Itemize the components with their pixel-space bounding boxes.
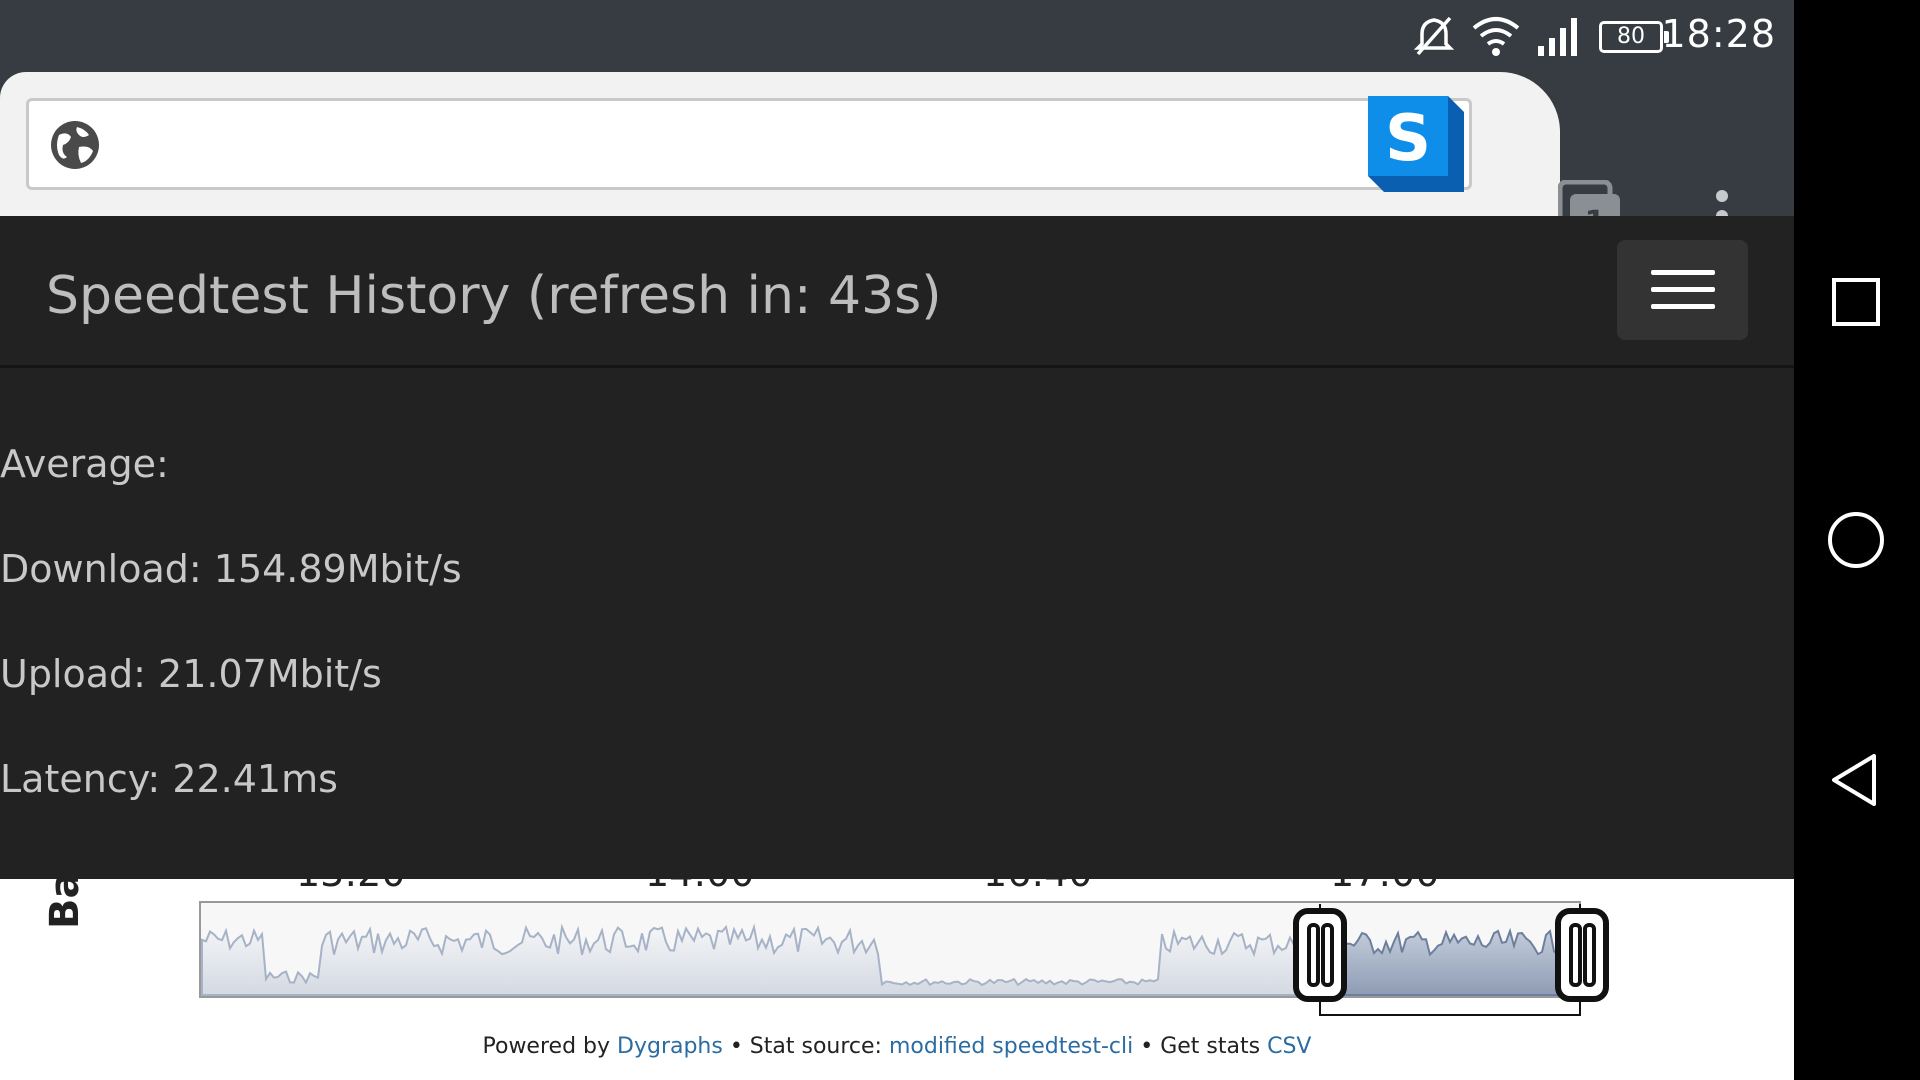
hamburger-line <box>1651 287 1715 292</box>
range-selector[interactable] <box>0 879 1794 1029</box>
status-clock: 18:28 <box>1661 12 1776 56</box>
page-content: Speedtest History (refresh in: 43s) Aver… <box>0 216 1794 879</box>
average-label: Average: <box>0 442 169 486</box>
x-tick-label: 16:40 <box>983 851 1093 895</box>
muted-icon <box>1414 16 1454 56</box>
hamburger-menu-button[interactable] <box>1617 240 1748 340</box>
home-icon[interactable] <box>1824 508 1888 572</box>
navbar: Speedtest History (refresh in: 43s) <box>0 216 1794 368</box>
footer-powered-by: Powered by <box>482 1034 618 1059</box>
signal-icon <box>1538 18 1577 56</box>
range-handle-left[interactable] <box>1293 908 1347 1002</box>
page-title: Speedtest History (refresh in: 43s) <box>46 266 942 326</box>
extension-logo-icon[interactable]: S <box>1368 96 1464 192</box>
dygraphs-link[interactable]: Dygraphs <box>617 1034 723 1059</box>
extension-letter: S <box>1385 102 1431 176</box>
wifi-icon <box>1472 17 1520 56</box>
url-bar[interactable] <box>26 98 1472 190</box>
upload-stat: Upload: 21.07Mbit/s <box>0 652 382 696</box>
download-stat: Download: 154.89Mbit/s <box>0 547 462 591</box>
y-axis-label: Ba <box>42 871 88 929</box>
status-bar: 80 18:28 <box>0 0 1794 72</box>
recents-icon[interactable] <box>1824 270 1888 334</box>
battery-icon: 80 <box>1599 21 1669 53</box>
chart-range-area: Ba 13:20 14:00 16:40 17:00 Powered by Dy… <box>0 851 1794 1080</box>
latency-stat: Latency: 22.41ms <box>0 757 338 801</box>
x-tick-label: 14:00 <box>645 851 755 895</box>
browser-toolbar: 1 <box>0 72 1794 246</box>
footer-separator: • Get stats <box>1133 1034 1268 1059</box>
back-icon[interactable] <box>1824 748 1888 812</box>
android-nav-bar <box>1794 0 1920 1080</box>
stat-source-link[interactable]: modified speedtest-cli <box>889 1034 1133 1059</box>
hamburger-line <box>1651 304 1715 309</box>
x-tick-label: 17:00 <box>1330 851 1440 895</box>
footer-separator: • Stat source: <box>722 1034 889 1059</box>
toolbar-url-region <box>0 72 1560 216</box>
x-tick-label: 13:20 <box>296 851 406 895</box>
footer: Powered by Dygraphs • Stat source: modif… <box>0 1034 1794 1059</box>
phone-screen: 80 18:28 1 S <box>0 0 1794 1080</box>
hamburger-line <box>1651 270 1715 275</box>
csv-link[interactable]: CSV <box>1267 1034 1311 1059</box>
range-handle-right[interactable] <box>1555 908 1609 1002</box>
globe-icon <box>51 121 99 169</box>
